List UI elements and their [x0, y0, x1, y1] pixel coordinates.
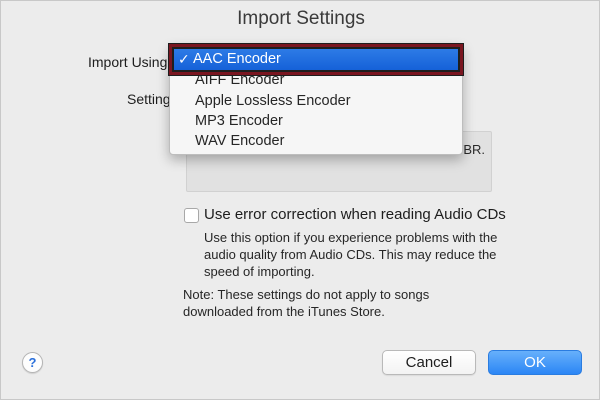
error-correction-label[interactable]: Use error correction when reading Audio …	[204, 206, 506, 223]
menu-item-apple-lossless-encoder[interactable]: Apple Lossless Encoder	[195, 91, 351, 111]
menu-item-wav-encoder[interactable]: WAV Encoder	[195, 131, 284, 151]
menu-item-label: AAC Encoder	[193, 51, 281, 67]
cancel-button[interactable]: Cancel	[382, 350, 476, 375]
error-correction-help: Use this option if you experience proble…	[204, 230, 498, 279]
setting-label: Setting	[127, 91, 169, 107]
error-correction-checkbox[interactable]	[184, 208, 199, 223]
ok-button[interactable]: OK	[488, 350, 582, 375]
menu-item-mp3-encoder[interactable]: MP3 Encoder	[195, 111, 283, 131]
import-using-label: Import Using	[88, 54, 168, 70]
settings-note: Note: These settings do not apply to son…	[183, 287, 430, 319]
import-settings-dialog: Import Settings Import Using Setting VBR…	[0, 0, 600, 400]
menu-item-aac-encoder[interactable]: ✓ AAC Encoder	[168, 43, 464, 76]
checkmark-icon: ✓	[178, 51, 190, 67]
dialog-title: Import Settings	[237, 8, 365, 29]
help-button[interactable]: ?	[22, 352, 43, 373]
